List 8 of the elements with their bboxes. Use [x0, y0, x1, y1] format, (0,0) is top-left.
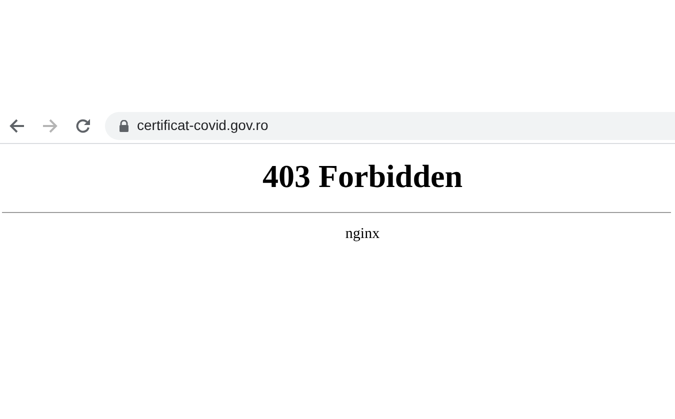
forward-arrow-icon [42, 118, 58, 134]
back-arrow-icon [9, 118, 25, 134]
error-heading: 403 Forbidden [261, 157, 463, 196]
address-bar[interactable]: certificat-covid.gov.ro [105, 112, 675, 140]
address-text: certificat-covid.gov.ro [137, 116, 268, 135]
server-name: nginx [344, 225, 380, 244]
reload-icon [75, 118, 91, 134]
lock-icon [119, 120, 129, 132]
